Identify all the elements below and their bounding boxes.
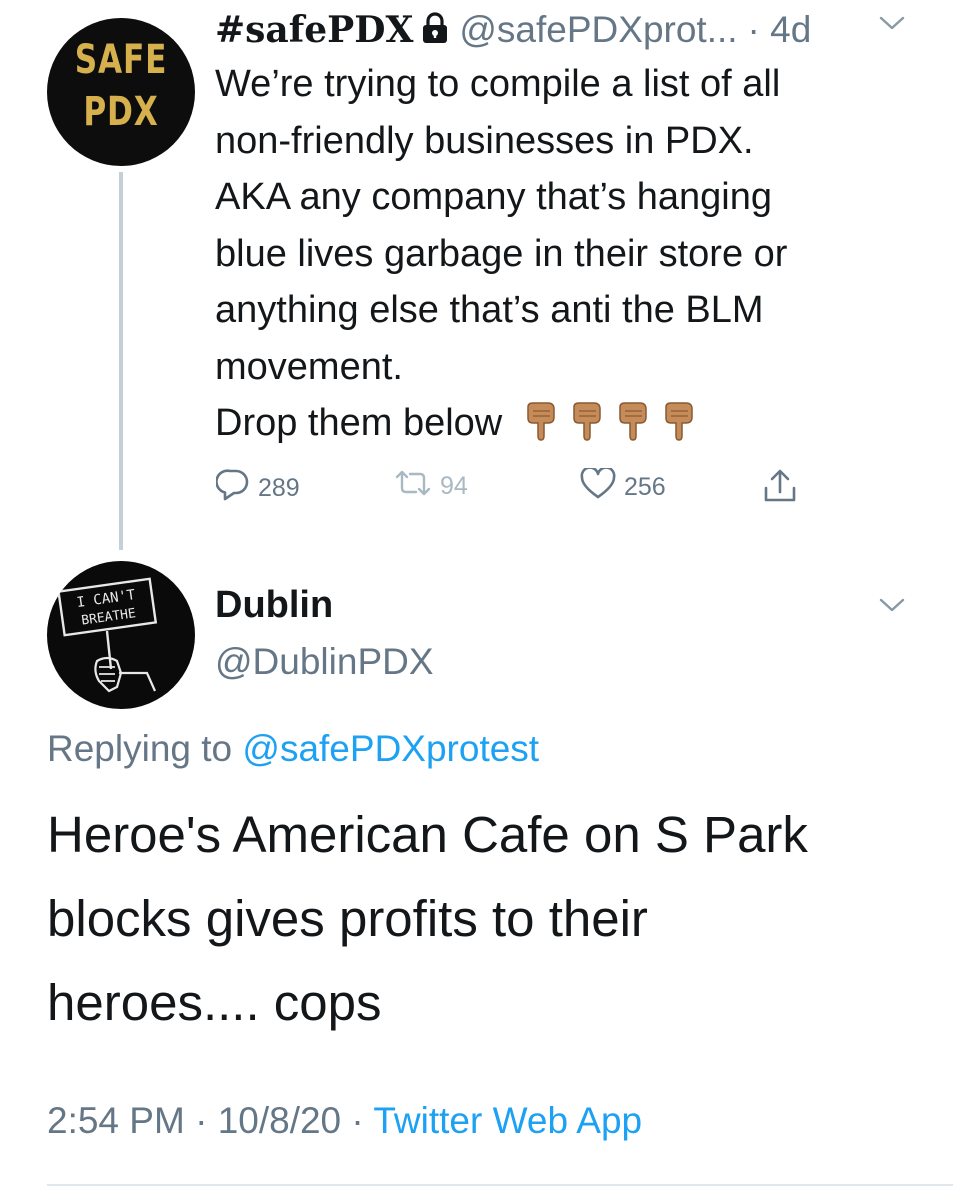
- like-count: 256: [624, 473, 666, 501]
- protest-sign-illustration: I CAN'T BREATHE: [57, 577, 158, 693]
- tweet-age[interactable]: · 4d: [748, 9, 812, 51]
- reply-text-line: blocks gives profits to their: [47, 890, 648, 947]
- pointing-down-emoji-icon: [570, 401, 604, 458]
- share-button[interactable]: [762, 468, 806, 511]
- retweet-count: 94: [440, 472, 468, 500]
- replying-mention-link[interactable]: @safePDXprotest: [242, 728, 539, 769]
- tweet-header: #safePDX @safePDXprot... · 4d: [215, 8, 811, 52]
- pointing-down-emoji-group: [502, 402, 696, 444]
- tweet-text: We’re trying to compile a list of all no…: [215, 56, 915, 458]
- tweet-text-line: anything else that’s anti the BLM: [215, 289, 764, 331]
- replying-to: Replying to @safePDXprotest: [47, 728, 539, 770]
- tweet-time[interactable]: 2:54 PM: [47, 1100, 185, 1141]
- tweet-date[interactable]: 10/8/20: [218, 1100, 341, 1141]
- reply-author-display-name[interactable]: Dublin: [215, 584, 333, 627]
- divider: [47, 1184, 953, 1186]
- like-button[interactable]: 256: [580, 466, 666, 507]
- reply-button[interactable]: 289: [215, 468, 300, 509]
- replying-label: Replying to: [47, 728, 233, 769]
- avatar-text-safe: SAFE: [74, 37, 168, 83]
- tweet-metadata: 2:54 PM · 10/8/20 · Twitter Web App: [47, 1100, 642, 1142]
- safepdx-avatar[interactable]: SAFE PDX: [47, 18, 195, 166]
- chevron-down-icon[interactable]: [878, 596, 906, 619]
- tweet-text-line: AKA any company that’s hanging: [215, 176, 773, 218]
- share-icon: [762, 468, 806, 511]
- retweet-icon: [394, 468, 440, 505]
- lock-icon: [421, 11, 449, 49]
- dublin-avatar[interactable]: I CAN'T BREATHE: [47, 561, 195, 709]
- tweet-text-line: non-friendly businesses in PDX.: [215, 119, 754, 162]
- meta-separator: ·: [195, 1100, 208, 1141]
- avatar-text-pdx: PDX: [83, 89, 159, 135]
- pointing-down-emoji-icon: [524, 401, 558, 458]
- pointing-down-emoji-icon: [662, 401, 696, 458]
- tweet-text-line: We’re trying to compile a list of all: [215, 63, 781, 105]
- tweet-text-line: movement.: [215, 345, 403, 388]
- meta-separator: ·: [351, 1100, 364, 1141]
- tweet-actions: 289 94 256: [0, 466, 953, 514]
- author-display-name[interactable]: #safePDX: [215, 9, 413, 51]
- reply-text-line: Heroe's American Cafe on S Park: [47, 806, 808, 863]
- retweet-button[interactable]: 94: [394, 468, 468, 505]
- reply-text: Heroe's American Cafe on S Park blocks g…: [47, 793, 927, 1045]
- chevron-down-icon[interactable]: [878, 14, 906, 37]
- tweet-text-line: blue lives garbage in their store or: [215, 232, 788, 275]
- reply-text-line: heroes.... cops: [47, 974, 382, 1031]
- reply-author-handle[interactable]: @DublinPDX: [215, 641, 434, 683]
- heart-icon: [580, 466, 624, 507]
- reply-count: 289: [258, 474, 300, 502]
- tweet-text-last-line: Drop them below: [215, 395, 915, 458]
- author-handle[interactable]: @safePDXprot...: [459, 9, 737, 51]
- pointing-down-emoji-icon: [616, 401, 650, 458]
- tweet-text-line: Drop them below: [215, 402, 503, 444]
- reply-icon: [215, 468, 258, 509]
- tweet-source-link[interactable]: Twitter Web App: [373, 1100, 642, 1141]
